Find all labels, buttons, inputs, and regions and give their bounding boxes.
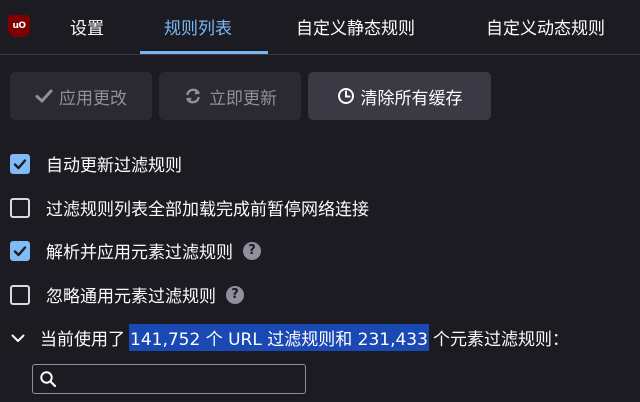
apply-changes-label: 应用更改 (59, 88, 127, 109)
suspend-until-loaded-label: 过滤规则列表全部加载完成前暂停网络连接 (46, 200, 369, 220)
purge-all-caches-button[interactable]: 清除所有缓存 (308, 72, 491, 120)
stats-highlight: 141,752 个 URL 过滤规则和 231,433 (129, 324, 429, 351)
checkmark-icon (35, 87, 53, 105)
tab-filter-lists[interactable]: 规则列表 (164, 14, 232, 39)
search-icon (39, 370, 57, 388)
stats-suffix: 个元素过滤规则： (432, 330, 569, 350)
clock-icon (337, 87, 355, 105)
auto-update-checkbox[interactable] (10, 153, 30, 174)
tab-my-rules[interactable]: 自定义动态规则 (486, 14, 605, 39)
option-auto-update[interactable]: 自动更新过滤规则 (10, 151, 182, 176)
chevron-down-icon[interactable] (10, 330, 28, 346)
logo-text: uO (12, 21, 26, 31)
help-icon[interactable]: ? (243, 241, 261, 260)
apply-changes-button[interactable]: 应用更改 (10, 72, 152, 120)
update-now-button[interactable]: 立即更新 (159, 72, 301, 120)
option-ignore-generic-cosmetic[interactable]: 忽略通用元素过滤规则 ? (10, 282, 244, 307)
tab-bar: uO 设置 规则列表 自定义静态规则 自定义动态规则 (0, 0, 640, 55)
tab-settings[interactable]: 设置 (70, 14, 104, 39)
active-tab-indicator (140, 51, 268, 54)
ignore-generic-cosmetic-label: 忽略通用元素过滤规则 (46, 287, 216, 307)
update-now-label: 立即更新 (209, 88, 277, 109)
purge-all-caches-label: 清除所有缓存 (360, 88, 463, 109)
filter-stats: 当前使用了 141,752 个 URL 过滤规则和 231,433 个元素过滤规… (10, 324, 569, 351)
auto-update-label: 自动更新过滤规则 (46, 156, 182, 176)
suspend-until-loaded-checkbox[interactable] (10, 197, 30, 218)
tab-my-filters[interactable]: 自定义静态规则 (296, 14, 415, 39)
parse-cosmetic-filters-checkbox[interactable] (10, 240, 30, 261)
option-parse-cosmetic-filters[interactable]: 解析并应用元素过滤规则 ? (10, 238, 261, 263)
ignore-generic-cosmetic-checkbox[interactable] (10, 284, 30, 305)
option-suspend-until-loaded[interactable]: 过滤规则列表全部加载完成前暂停网络连接 (10, 195, 369, 220)
stats-prefix: 当前使用了 (40, 330, 125, 350)
ublock-origin-icon: uO (8, 15, 30, 37)
help-icon[interactable]: ? (226, 285, 244, 304)
parse-cosmetic-filters-label: 解析并应用元素过滤规则 (46, 243, 233, 263)
search-input[interactable] (63, 369, 297, 389)
search-box[interactable] (32, 364, 306, 394)
refresh-icon (183, 86, 203, 106)
